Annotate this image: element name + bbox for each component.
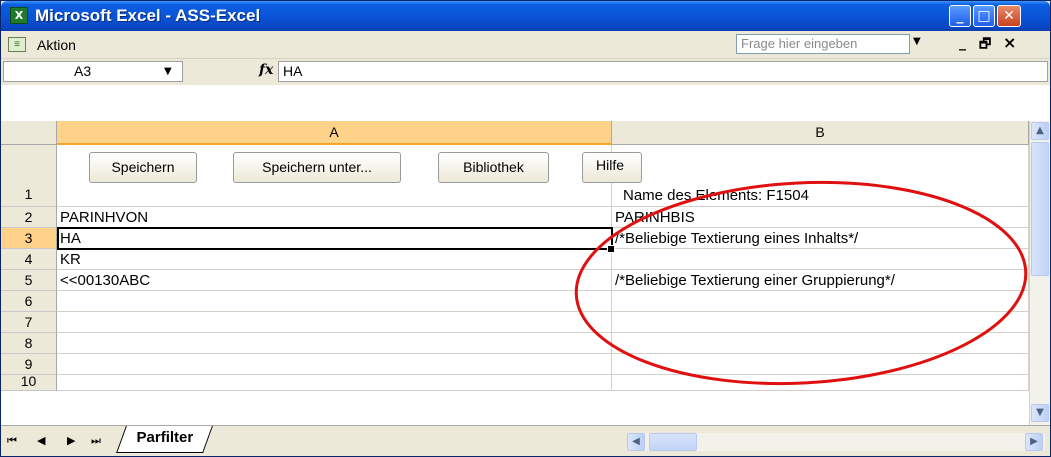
cell-a6[interactable] [57,291,612,312]
menu-bar: ≡ Aktion Frage hier eingeben ▼ _ 🗗 × [1,31,1050,59]
last-sheet-icon[interactable]: ⏭ [91,434,101,448]
scroll-down-icon[interactable]: ▼ [1031,404,1049,422]
fill-handle[interactable] [607,245,615,253]
column-header-a[interactable]: A [57,121,612,145]
workbook-minimize-button[interactable]: _ [959,35,966,51]
title-bar[interactable]: X Microsoft Excel - ASS-Excel _ □ ✕ [1,1,1050,31]
row-header[interactable]: 3 [1,228,57,249]
cell-b2[interactable]: PARINHBIS [612,207,1029,228]
save-as-button[interactable]: Speichern unter... [233,152,401,183]
workbook-restore-button[interactable]: 🗗 [979,35,991,57]
next-sheet-icon[interactable]: ▶ [67,434,75,447]
window-title: Microsoft Excel - ASS-Excel [35,6,261,25]
row-header[interactable]: 1 [1,145,57,207]
cell-b9[interactable] [612,354,1029,375]
excel-app-icon[interactable]: X [10,7,28,24]
cell-a3[interactable]: HA [57,228,612,249]
cell-b6[interactable] [612,291,1029,312]
row-header[interactable]: 5 [1,270,57,291]
cell-a5[interactable]: <<00130ABC [57,270,612,291]
horizontal-scrollbar[interactable]: ◀ ▶ [627,433,1045,451]
cell-a9[interactable] [57,354,612,375]
vertical-scroll-thumb[interactable] [1031,142,1049,276]
fx-icon[interactable]: fx [259,62,273,78]
help-button[interactable]: Hilfe [582,152,642,183]
row-header[interactable]: 2 [1,207,57,228]
cell-a7[interactable] [57,312,612,333]
help-dropdown-icon[interactable]: ▼ [913,36,921,47]
formula-bar: A3 ▼ fx HA [1,59,1050,84]
close-button[interactable]: ✕ [997,5,1021,27]
name-box[interactable]: A3 [3,61,183,82]
minimize-button[interactable]: _ [949,5,971,27]
cell-a4[interactable]: KR [57,249,612,270]
library-button[interactable]: Bibliothek [438,152,549,183]
row-header[interactable]: 9 [1,354,57,375]
excel-window: X Microsoft Excel - ASS-Excel _ □ ✕ ≡ Ak… [0,0,1051,457]
cell-a2[interactable]: PARINHVON [57,207,612,228]
scroll-left-icon[interactable]: ◀ [627,433,645,451]
maximize-button[interactable]: □ [973,5,995,27]
element-name-text: Name des Elements: F1504 [623,187,809,204]
row-header[interactable]: 4 [1,249,57,270]
column-header-b[interactable]: B [612,121,1029,145]
menu-aktion[interactable]: Aktion [37,37,76,53]
save-button[interactable]: Speichern [89,152,197,183]
name-box-dropdown-icon[interactable]: ▼ [164,66,172,77]
sheet-tab-label: Parfilter [136,429,194,446]
horizontal-scroll-thumb[interactable] [649,433,697,451]
row-header[interactable]: 6 [1,291,57,312]
row-header[interactable]: 10 [1,375,57,391]
first-sheet-icon[interactable]: ⏮ [7,434,17,448]
row-header[interactable]: 8 [1,333,57,354]
formula-input[interactable]: HA [278,61,1048,82]
scroll-up-icon[interactable]: ▲ [1031,122,1049,140]
cell-a8[interactable] [57,333,612,354]
workbook-close-button[interactable]: × [1003,33,1016,52]
cell-a10[interactable] [57,375,612,391]
cell-b8[interactable] [612,333,1029,354]
sheet-tab-bar: ⏮ ◀ ▶ ⏭ Parfilter ◀ ▶ [1,425,1050,456]
cell-b7[interactable] [612,312,1029,333]
toolbar-grip-icon[interactable]: ≡ [8,37,26,52]
prev-sheet-icon[interactable]: ◀ [37,434,45,447]
cell-b3[interactable]: /*Beliebige Textierung eines Inhalts*/ [612,228,1029,249]
scroll-right-icon[interactable]: ▶ [1025,433,1043,451]
vertical-scrollbar[interactable]: ▲ ▼ [1029,121,1050,425]
cell-b4[interactable] [612,249,1029,270]
cell-b5[interactable]: /*Beliebige Textierung einer Gruppierung… [612,270,1029,291]
select-all-corner[interactable] [1,121,57,145]
cell-b10[interactable] [612,375,1029,391]
row-header[interactable]: 7 [1,312,57,333]
sheet-tab-parfilter[interactable]: Parfilter [116,426,213,453]
help-search-input[interactable]: Frage hier eingeben [736,34,910,54]
